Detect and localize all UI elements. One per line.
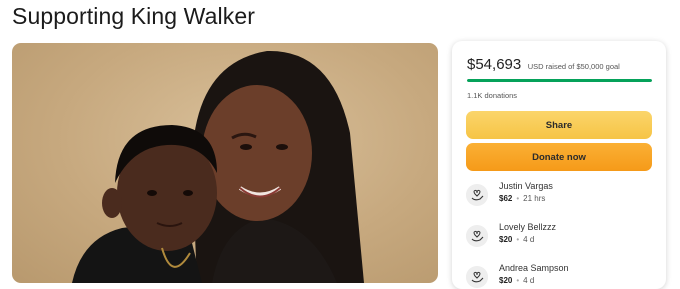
progress-fill bbox=[467, 79, 652, 82]
heart-hand-icon bbox=[466, 225, 488, 247]
donation-panel: $54,693 USD raised of $50,000 goal 1.1K … bbox=[452, 41, 666, 289]
campaign-photo bbox=[12, 43, 438, 283]
donor-time: 4 d bbox=[523, 235, 535, 244]
donation-count: 1.1K donations bbox=[467, 91, 518, 100]
amount-raised: $54,693 USD raised of $50,000 goal bbox=[467, 56, 620, 74]
share-button[interactable]: Share bbox=[466, 111, 652, 139]
donor-time: 4 d bbox=[523, 276, 535, 285]
heart-hand-icon bbox=[466, 184, 488, 206]
donor-name: Justin Vargas bbox=[499, 181, 553, 191]
donor-name: Lovely Bellzzz bbox=[499, 222, 557, 232]
donor-time: 21 hrs bbox=[523, 194, 546, 203]
donor-amount: $20 bbox=[499, 276, 513, 285]
heart-hand-icon bbox=[466, 266, 488, 288]
donor-item: Lovely Bellzzz $20 • 4 d bbox=[466, 222, 656, 250]
page-title: Supporting King Walker bbox=[12, 3, 255, 29]
donor-name: Andrea Sampson bbox=[499, 263, 569, 273]
donate-now-button[interactable]: Donate now bbox=[466, 143, 652, 171]
donor-meta: $62 • 21 hrs bbox=[499, 194, 546, 203]
donor-amount: $62 bbox=[499, 194, 513, 203]
raised-amount: $54,693 bbox=[467, 56, 522, 73]
campaign-photo-image bbox=[72, 50, 364, 283]
progress-bar bbox=[467, 79, 652, 82]
donor-amount: $20 bbox=[499, 235, 513, 244]
fundraiser-page: Supporting King Walker $54,693 USD raise… bbox=[0, 0, 680, 289]
donor-meta: $20 • 4 d bbox=[499, 235, 535, 244]
raised-goal-caption: USD raised of $50,000 goal bbox=[527, 62, 620, 71]
donor-item: Justin Vargas $62 • 21 hrs bbox=[466, 181, 656, 209]
donor-item: Andrea Sampson $20 • 4 d bbox=[466, 263, 656, 289]
donor-meta: $20 • 4 d bbox=[499, 276, 535, 285]
